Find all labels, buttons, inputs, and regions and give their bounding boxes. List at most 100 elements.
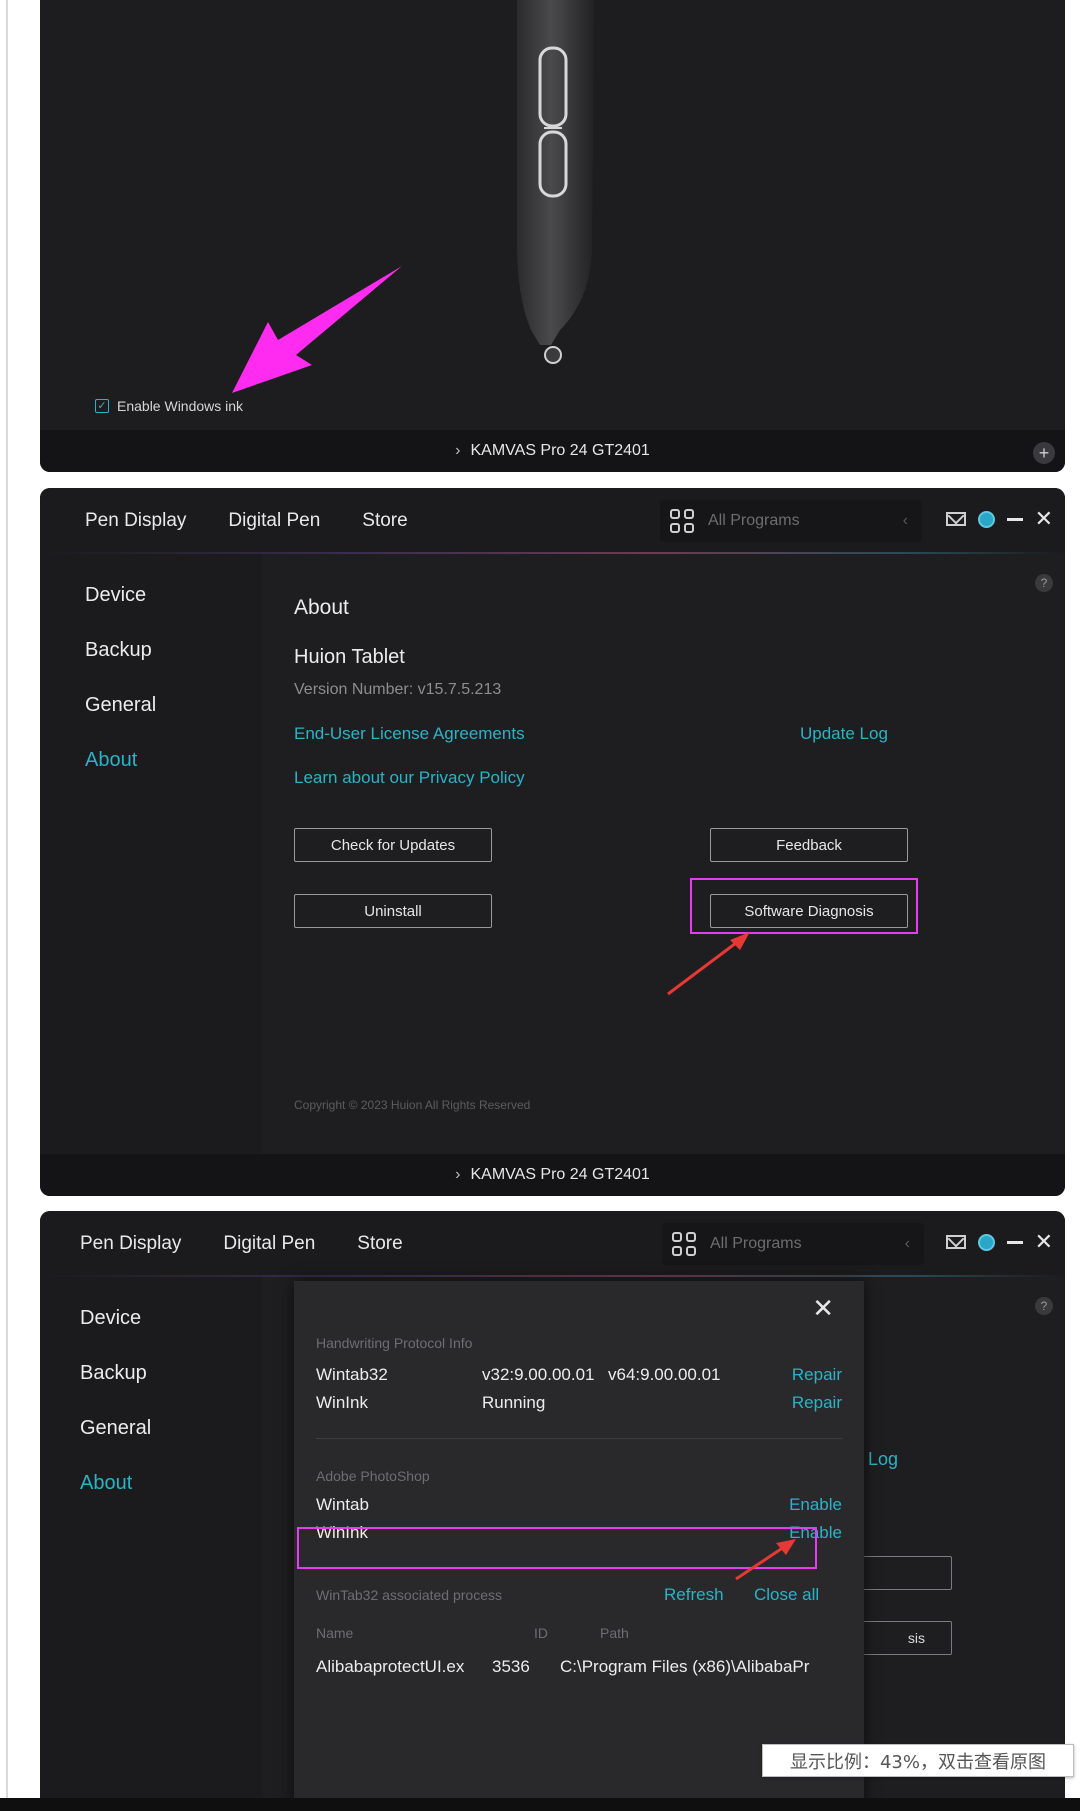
help-icon[interactable]: ? xyxy=(1035,574,1053,592)
zoom-tooltip[interactable]: 显示比例：43%，双击查看原图 xyxy=(762,1744,1074,1777)
sidebar-item-backup[interactable]: Backup xyxy=(80,1346,262,1401)
left-edge-line xyxy=(6,0,8,1811)
photoshop-protocol-name: Wintab xyxy=(316,1495,369,1514)
close-icon[interactable]: ✕ xyxy=(1035,508,1053,530)
close-icon[interactable]: ✕ xyxy=(812,1295,834,1321)
process-path: C:\Program Files (x86)\AlibabaPr xyxy=(560,1657,810,1676)
check-updates-button[interactable]: Check for Updates xyxy=(294,828,492,862)
device-selector-bar[interactable]: › KAMVAS Pro 24 GT2401 xyxy=(40,430,1065,472)
repair-wintab32-button[interactable]: Repair xyxy=(792,1365,842,1385)
sidebar: Device Backup General About xyxy=(40,1277,262,1811)
column-header-id: ID xyxy=(534,1625,548,1641)
top-nav-bar: Pen Display Digital Pen Store All Progra… xyxy=(40,488,1065,554)
sidebar-item-device[interactable]: Device xyxy=(80,1291,262,1346)
tab-store[interactable]: Store xyxy=(357,1233,402,1255)
protocol-v64: v64:9.00.00.01 xyxy=(608,1365,721,1384)
sidebar: Device Backup General About xyxy=(40,554,262,1154)
divider xyxy=(316,1438,842,1439)
repair-winink-button[interactable]: Repair xyxy=(792,1393,842,1413)
red-arrow-diagnosis xyxy=(667,932,750,996)
highlight-box-diagnosis xyxy=(690,878,918,934)
sidebar-item-device[interactable]: Device xyxy=(85,568,262,623)
column-header-name: Name xyxy=(316,1625,354,1641)
program-selector-text: All Programs xyxy=(708,512,800,529)
bottom-strip xyxy=(0,1798,1080,1811)
help-icon[interactable]: ? xyxy=(1035,1297,1053,1315)
magenta-arrow xyxy=(232,266,402,393)
sidebar-item-general[interactable]: General xyxy=(85,678,262,733)
device-name: KAMVAS Pro 24 GT2401 xyxy=(470,1166,650,1183)
grid-icon xyxy=(672,1232,696,1256)
pen-body xyxy=(517,0,594,345)
feedback-button-fragment[interactable] xyxy=(860,1556,952,1590)
window-controls: ✕ xyxy=(945,508,1053,530)
globe-icon[interactable] xyxy=(977,510,995,528)
diagnosis-window: Pen Display Digital Pen Store All Progra… xyxy=(40,1211,1065,1811)
top-nav-bar: Pen Display Digital Pen Store All Progra… xyxy=(40,1211,1065,1277)
chevron-left-icon: ‹ xyxy=(904,1235,910,1252)
protocol-name: WinInk xyxy=(316,1393,368,1412)
tab-store[interactable]: Store xyxy=(362,510,407,532)
enable-windows-ink-row[interactable]: ✓ Enable Windows ink xyxy=(95,398,243,414)
pen-illustration xyxy=(232,0,594,393)
window-controls: ✕ xyxy=(945,1231,1053,1253)
pen-nib xyxy=(544,346,562,364)
process-name: AlibabaprotectUI.ex xyxy=(316,1657,465,1676)
uninstall-button[interactable]: Uninstall xyxy=(294,894,492,928)
process-id: 3536 xyxy=(492,1657,530,1676)
tab-digital-pen[interactable]: Digital Pen xyxy=(228,510,320,532)
section-title-photoshop: Adobe PhotoShop xyxy=(316,1468,430,1484)
device-selector-bar[interactable]: › KAMVAS Pro 24 GT2401 xyxy=(40,1154,1065,1196)
globe-icon[interactable] xyxy=(977,1233,995,1251)
section-title-handwriting: Handwriting Protocol Info xyxy=(316,1335,473,1351)
copyright-text: Copyright © 2023 Huion All Rights Reserv… xyxy=(294,1098,531,1112)
close-all-button[interactable]: Close all xyxy=(754,1585,819,1605)
feedback-button[interactable]: Feedback xyxy=(710,828,908,862)
table-row: Wintab Enable xyxy=(316,1495,842,1517)
table-row[interactable]: AlibabaprotectUI.ex 3536 C:\Program File… xyxy=(316,1657,842,1679)
program-selector-text: All Programs xyxy=(710,1235,802,1252)
column-header-path: Path xyxy=(600,1625,629,1641)
mail-icon[interactable] xyxy=(945,512,966,526)
protocol-name: Wintab32 xyxy=(316,1365,388,1384)
add-device-icon[interactable]: + xyxy=(1033,442,1055,464)
chevron-right-icon: › xyxy=(455,442,461,459)
tab-digital-pen[interactable]: Digital Pen xyxy=(223,1233,315,1255)
update-log-link-fragment[interactable]: Log xyxy=(868,1449,898,1470)
windows-ink-label: Enable Windows ink xyxy=(117,398,244,414)
protocol-status: Running xyxy=(482,1393,546,1412)
table-row: Wintab32 v32:9.00.00.01 v64:9.00.00.01 R… xyxy=(316,1365,842,1387)
pen-settings-panel: ✓ Enable Windows ink › KAMVAS Pro 24 GT2… xyxy=(40,0,1065,472)
program-selector[interactable]: All Programs ‹ xyxy=(660,500,922,542)
red-arrow-enable xyxy=(735,1539,796,1581)
mail-icon[interactable] xyxy=(945,1235,966,1249)
grid-icon xyxy=(670,509,694,533)
sidebar-item-backup[interactable]: Backup xyxy=(85,623,262,678)
about-window: Pen Display Digital Pen Store All Progra… xyxy=(40,488,1065,1196)
table-row: WinInk Running Repair xyxy=(316,1393,842,1415)
eula-link[interactable]: End-User License Agreements xyxy=(294,724,525,744)
minimize-icon[interactable] xyxy=(1006,517,1023,521)
update-log-link[interactable]: Update Log xyxy=(800,724,888,744)
section-title-process: WinTab32 associated process xyxy=(316,1587,502,1603)
refresh-button[interactable]: Refresh xyxy=(664,1585,724,1605)
tab-pen-display[interactable]: Pen Display xyxy=(85,510,186,532)
protocol-v32: v32:9.00.00.01 xyxy=(482,1365,595,1384)
close-icon[interactable]: ✕ xyxy=(1035,1231,1053,1253)
app-name: Huion Tablet xyxy=(294,646,405,668)
minimize-icon[interactable] xyxy=(1006,1240,1023,1244)
software-diagnosis-button-fragment[interactable]: sis xyxy=(860,1621,952,1655)
page-title: About xyxy=(294,596,349,619)
enable-wintab-button[interactable]: Enable xyxy=(789,1495,842,1515)
version-number: Version Number: v15.7.5.213 xyxy=(294,681,502,698)
privacy-policy-link[interactable]: Learn about our Privacy Policy xyxy=(294,768,525,788)
tab-pen-display[interactable]: Pen Display xyxy=(80,1233,181,1255)
program-selector[interactable]: All Programs ‹ xyxy=(662,1223,924,1265)
sidebar-item-about[interactable]: About xyxy=(80,1456,262,1511)
windows-ink-checkbox[interactable]: ✓ xyxy=(95,399,109,413)
chevron-right-icon: › xyxy=(455,1166,461,1183)
device-name: KAMVAS Pro 24 GT2401 xyxy=(470,442,650,459)
chevron-left-icon: ‹ xyxy=(902,512,908,529)
sidebar-item-general[interactable]: General xyxy=(80,1401,262,1456)
sidebar-item-about[interactable]: About xyxy=(85,733,262,788)
